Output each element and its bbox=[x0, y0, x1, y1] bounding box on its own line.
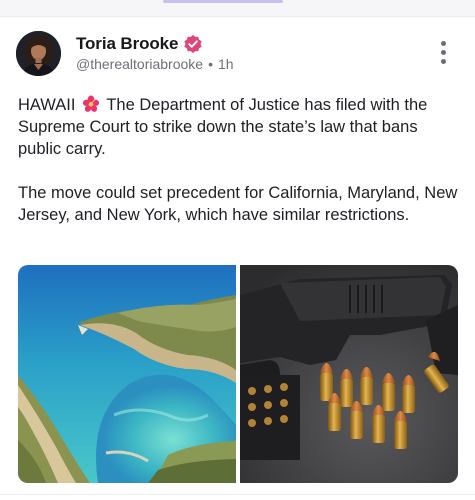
post-text: HAWAII The Department of Justice has fil… bbox=[18, 94, 463, 226]
post-location: HAWAII bbox=[18, 96, 76, 114]
media-image-handgun-ammo[interactable] bbox=[240, 265, 458, 483]
post-time: 1h bbox=[217, 56, 234, 72]
post-paragraph-1-text: The Department of Justice has filed with… bbox=[18, 96, 428, 158]
more-vertical-icon[interactable] bbox=[436, 41, 450, 67]
drag-handle[interactable] bbox=[163, 0, 283, 3]
author-avatar[interactable] bbox=[16, 31, 61, 76]
author-name[interactable]: Toria Brooke bbox=[76, 34, 179, 54]
hibiscus-icon bbox=[82, 95, 100, 112]
author-handle[interactable]: @therealtoriabrooke bbox=[76, 56, 203, 72]
verified-badge-icon bbox=[184, 35, 203, 53]
meta-separator: • bbox=[208, 56, 213, 72]
media-image-coastline[interactable] bbox=[18, 265, 236, 483]
author-row: Toria Brooke bbox=[76, 33, 203, 55]
post-media bbox=[18, 265, 458, 483]
author-meta: @therealtoriabrooke • 1h bbox=[76, 56, 234, 72]
bottom-divider bbox=[0, 494, 475, 495]
post-paragraph-1: HAWAII The Department of Justice has fil… bbox=[18, 94, 463, 160]
post-paragraph-2: The move could set precedent for Califor… bbox=[18, 184, 458, 224]
top-divider bbox=[0, 0, 475, 17]
